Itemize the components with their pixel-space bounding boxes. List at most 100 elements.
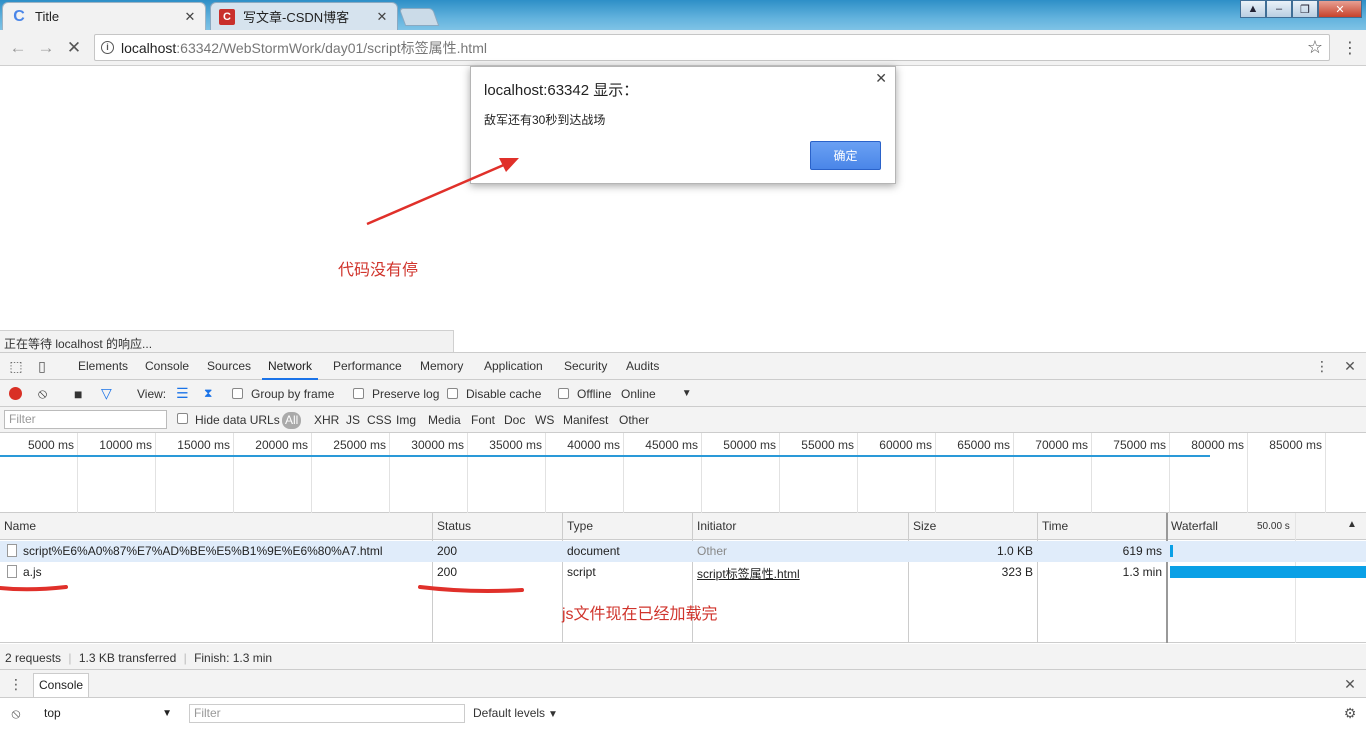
annotation-js-loaded: js文件现在已经加载完 <box>562 606 718 623</box>
view-label: View: <box>137 386 167 401</box>
tab-csdn[interactable]: C 写文章-CSDN博客 ✕ <box>210 2 398 30</box>
chevron-down-icon: ▼ <box>548 709 558 720</box>
type-filter-manifest[interactable]: Manifest <box>563 412 608 429</box>
filter-input[interactable]: Filter <box>4 410 167 429</box>
tab-memory[interactable]: Memory <box>420 353 463 380</box>
stop-icon[interactable]: ✕ <box>63 37 85 59</box>
table-row[interactable]: script%E6%A0%87%E7%AD%BE%E5%B1%9E%E6%80%… <box>0 541 1366 562</box>
inspect-element-icon[interactable]: ⬚ <box>8 358 24 374</box>
tab-title-label: Title <box>35 9 60 24</box>
close-icon[interactable]: ✕ <box>875 70 887 87</box>
context-value: top <box>44 706 61 720</box>
forward-icon[interactable]: → <box>35 37 57 59</box>
device-toolbar-icon[interactable]: ▯ <box>34 358 50 374</box>
tab-sources[interactable]: Sources <box>207 353 251 380</box>
table-header: Name Status Type Initiator Size Time Wat… <box>0 513 1366 540</box>
filter-icon[interactable]: ▽ <box>101 380 112 407</box>
tab-close-icon[interactable]: ✕ <box>375 9 389 25</box>
preserve-log-checkbox[interactable]: Preserve log <box>353 380 439 407</box>
new-tab-button[interactable] <box>398 8 440 26</box>
type-filter-media[interactable]: Media <box>428 412 461 429</box>
type-filter-js[interactable]: JS <box>346 412 360 429</box>
drawer-menu-icon[interactable]: ⋮ <box>8 676 24 692</box>
close-window-icon[interactable]: ✕ <box>1318 0 1362 18</box>
more-options-icon[interactable]: ⋮ <box>1314 358 1330 374</box>
checkbox[interactable] <box>558 388 569 399</box>
tab-title[interactable]: C Title ✕ <box>2 2 206 30</box>
tab-network[interactable]: Network <box>262 353 319 380</box>
drawer-tab-console[interactable]: Console <box>33 673 90 697</box>
type-filter-xhr[interactable]: XHR <box>314 412 339 429</box>
minimize-icon[interactable]: – <box>1266 0 1292 18</box>
column-name[interactable]: Name <box>4 519 36 533</box>
type-filter-img[interactable]: Img <box>396 412 416 429</box>
offline-checkbox[interactable]: Offline <box>558 380 611 407</box>
sort-up-icon[interactable]: ▲ <box>1347 519 1357 530</box>
camera-icon[interactable]: ■ <box>74 380 82 407</box>
tab-audits[interactable]: Audits <box>626 353 659 380</box>
request-name[interactable]: script%E6%A0%87%E7%AD%BE%E5%B1%9E%E6%80%… <box>23 544 383 558</box>
column-initiator[interactable]: Initiator <box>697 519 736 533</box>
restore-icon[interactable]: ❐ <box>1292 0 1318 18</box>
column-type[interactable]: Type <box>567 519 593 533</box>
info-icon[interactable]: i <box>101 41 114 54</box>
address-bar[interactable]: i localhost:63342/WebStormWork/day01/scr… <box>94 34 1330 61</box>
console-settings-gear-icon[interactable]: ⚙ <box>1342 705 1358 721</box>
column-status[interactable]: Status <box>437 519 471 533</box>
tab-elements[interactable]: Elements <box>78 353 128 380</box>
user-icon[interactable]: ▲ <box>1240 0 1266 18</box>
type-filter-css[interactable]: CSS <box>367 412 392 429</box>
type-filter-doc[interactable]: Doc <box>504 412 525 429</box>
summary-requests: 2 requests <box>5 651 62 665</box>
browser-toolbar: ← → ✕ i localhost:63342/WebStormWork/day… <box>0 30 1366 66</box>
log-levels-select[interactable]: Default levels ▼ <box>473 706 558 720</box>
tab-console[interactable]: Console <box>145 353 189 380</box>
group-by-frame-checkbox[interactable]: Group by frame <box>232 380 334 407</box>
hide-data-urls-checkbox[interactable]: Hide data URLs <box>177 412 280 429</box>
ok-button[interactable]: 确定 <box>810 141 881 170</box>
overview-activity-line <box>0 455 1210 457</box>
request-initiator[interactable]: script标签属性.html <box>697 565 800 582</box>
devtools-tabbar: ⬚ ▯ Elements Console Sources Network Per… <box>0 353 1366 380</box>
column-size[interactable]: Size <box>913 519 936 533</box>
large-rows-icon[interactable]: ☰ <box>176 380 189 407</box>
annotation-code-not-stopped: 代码没有停 <box>338 262 419 279</box>
record-icon[interactable] <box>9 387 22 400</box>
browser-menu-icon[interactable]: ⋮ <box>1342 38 1358 58</box>
request-name[interactable]: a.js <box>23 565 42 579</box>
column-time[interactable]: Time <box>1042 519 1068 533</box>
tab-application[interactable]: Application <box>484 353 543 380</box>
waterfall-view-icon[interactable]: ⧗ <box>204 380 212 407</box>
window-titlebar: C Title ✕ C 写文章-CSDN博客 ✕ ▲ – ❐ ✕ <box>0 0 1366 30</box>
tab-security[interactable]: Security <box>564 353 607 380</box>
clear-console-icon[interactable]: ⦸ <box>8 705 24 721</box>
console-filter-input[interactable]: Filter <box>189 704 465 723</box>
document-icon <box>7 565 17 578</box>
type-filter-ws[interactable]: WS <box>535 412 554 429</box>
disable-cache-checkbox[interactable]: Disable cache <box>447 380 541 407</box>
type-filter-all[interactable]: All <box>282 412 302 429</box>
close-devtools-icon[interactable]: ✕ <box>1342 358 1358 374</box>
clear-icon[interactable]: ⦸ <box>38 380 47 407</box>
checkbox[interactable] <box>177 413 188 424</box>
table-row[interactable]: a.js 200 script script标签属性.html 323 B 1.… <box>0 562 1366 583</box>
status-bubble: 正在等待 localhost 的响应... <box>0 330 454 352</box>
throttle-select[interactable]: Online ▼ <box>621 380 692 407</box>
network-overview[interactable]: 5000 ms 10000 ms 15000 ms 20000 ms 25000 ms 3… <box>0 433 1366 513</box>
checkbox[interactable] <box>447 388 458 399</box>
close-drawer-icon[interactable]: ✕ <box>1342 676 1358 692</box>
group-by-frame-label: Group by frame <box>251 386 335 401</box>
tab-performance[interactable]: Performance <box>333 353 402 380</box>
checkbox[interactable] <box>232 388 243 399</box>
back-icon[interactable]: ← <box>7 37 29 59</box>
type-filter-other[interactable]: Other <box>619 412 649 429</box>
context-select[interactable]: top ▼ <box>36 704 176 723</box>
column-waterfall[interactable]: Waterfall <box>1171 519 1218 533</box>
type-filter-font[interactable]: Font <box>471 412 495 429</box>
overview-tick-label: 75000 ms <box>1092 433 1170 513</box>
drawer-tabbar: ⋮ Console ✕ <box>0 670 1366 698</box>
bookmark-star-icon[interactable]: ☆ <box>1307 37 1323 58</box>
tab-close-icon[interactable]: ✕ <box>183 9 197 25</box>
request-status: 200 <box>437 544 458 558</box>
checkbox[interactable] <box>353 388 364 399</box>
